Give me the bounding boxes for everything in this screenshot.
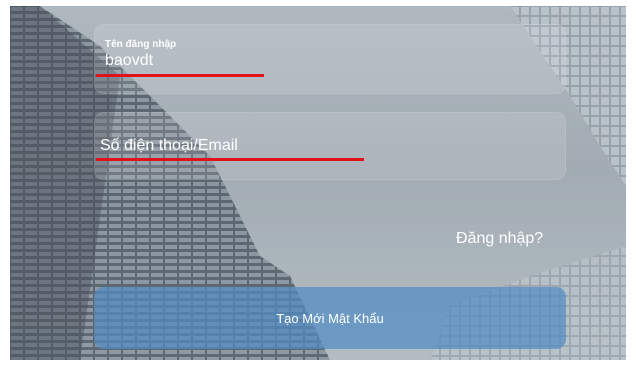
username-field[interactable]: Tên đăng nhập baovdt (94, 24, 566, 94)
contact-input[interactable]: Số điện thoại/Email (100, 137, 238, 155)
contact-field[interactable]: Số điện thoại/Email (94, 112, 566, 180)
username-input[interactable]: baovdt (105, 52, 153, 70)
login-link[interactable]: Đăng nhập? (456, 230, 543, 248)
app-screen: Tên đăng nhập baovdt Số điện thoại/Email… (10, 6, 626, 360)
username-label: Tên đăng nhập (105, 39, 177, 50)
red-underline-annotation (96, 74, 264, 77)
red-underline-annotation (96, 158, 364, 161)
create-new-password-label: Tạo Mới Mật Khẩu (276, 310, 384, 326)
create-new-password-button[interactable]: Tạo Mới Mật Khẩu (94, 287, 566, 349)
